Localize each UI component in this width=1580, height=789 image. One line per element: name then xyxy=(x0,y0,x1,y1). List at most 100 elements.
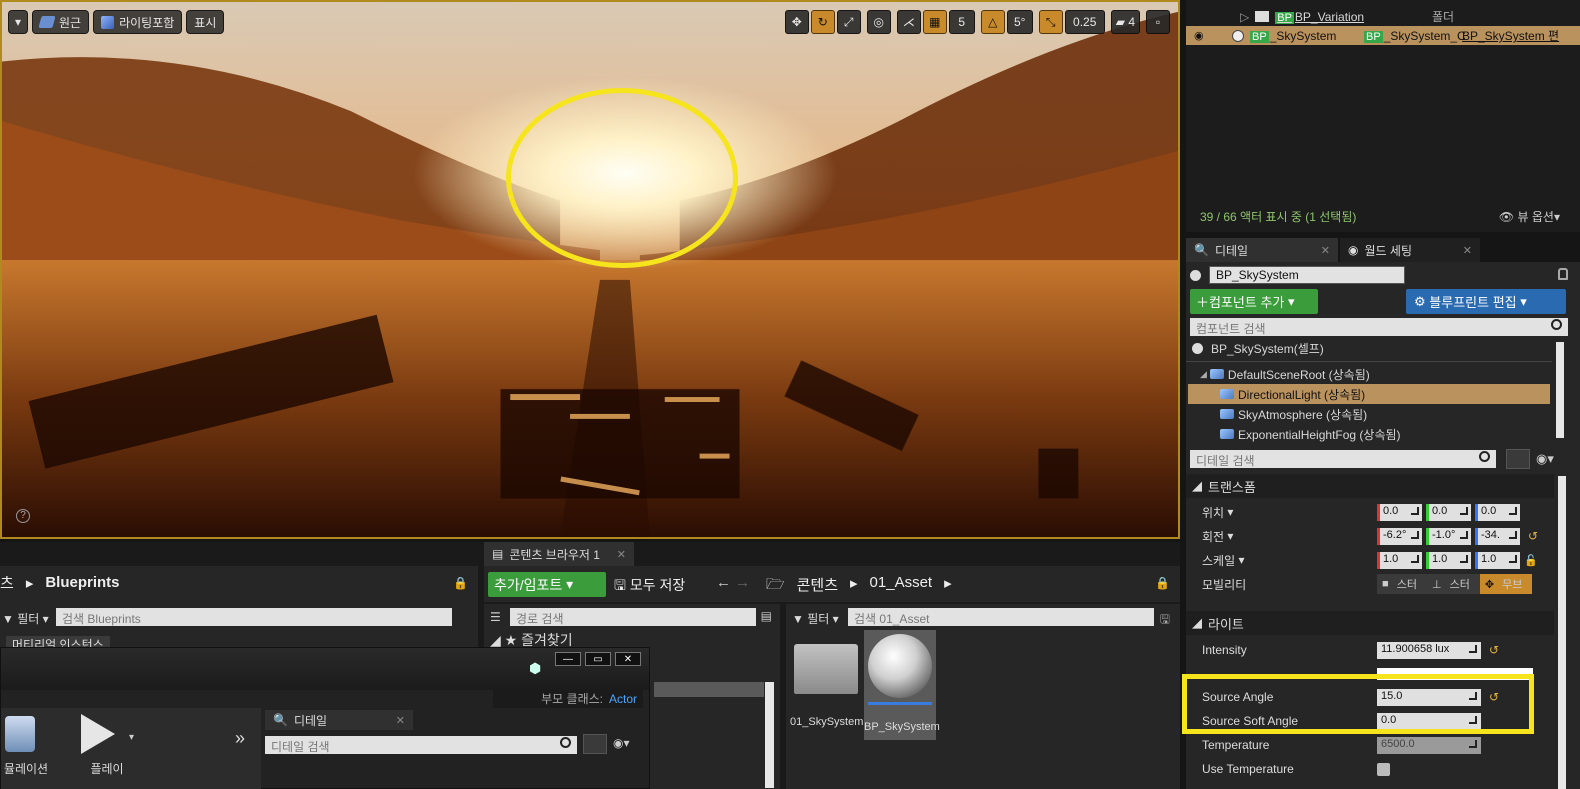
close-icon[interactable]: ✕ xyxy=(1321,244,1330,257)
mobility-stationary[interactable]: ⊥ 스터 xyxy=(1427,574,1480,594)
intensity-value[interactable]: 11.900658 lux xyxy=(1377,641,1481,659)
visibility-eye-icon[interactable]: ◉ xyxy=(1194,29,1208,42)
collapse-arrow-icon[interactable]: ◢ xyxy=(1200,369,1207,380)
edit-blueprint-button[interactable]: ⚙ 블루프린트 편집 ▾ xyxy=(1406,289,1566,314)
lock-icon[interactable]: 🔒 xyxy=(1155,576,1170,590)
breadcrumb-current[interactable]: Blueprints xyxy=(45,574,119,591)
bp-details-search-input[interactable]: 디테일 검색 xyxy=(265,736,577,754)
expand-arrow-icon[interactable]: ▷ xyxy=(1240,10,1249,24)
list-view-icon[interactable]: ▤ xyxy=(761,609,772,623)
mobility-static[interactable]: ■ 스터 xyxy=(1377,574,1427,594)
rotate-mode-button[interactable]: ↻ xyxy=(810,10,835,34)
tab-details[interactable]: 🔍 디테일 ✕ xyxy=(1186,238,1338,262)
lock-icon[interactable]: 🔒 xyxy=(453,576,468,590)
toolbar-overflow-icon[interactable]: » xyxy=(235,728,245,749)
tab-bp-details[interactable]: 🔍 디테일 ✕ xyxy=(265,710,413,730)
reset-to-default-icon[interactable]: ↺ xyxy=(1489,643,1499,657)
rotation-x[interactable]: -6.2° xyxy=(1377,527,1422,545)
tab-world-settings[interactable]: ◉ 월드 세팅 ✕ xyxy=(1340,238,1480,262)
close-icon[interactable]: ✕ xyxy=(1463,244,1472,257)
add-import-button[interactable]: 추가/임포트 ▾ xyxy=(488,572,606,597)
reset-to-default-icon[interactable]: ↺ xyxy=(1528,529,1538,543)
save-search-icon[interactable]: 🖫 xyxy=(1160,610,1170,631)
surface-snap-button[interactable]: ⋌ xyxy=(896,10,921,34)
asset-search-input[interactable]: 검색 01_Asset xyxy=(848,608,1154,626)
simulation-button[interactable]: 뮬레이션 xyxy=(1,714,51,777)
use-temperature-checkbox[interactable] xyxy=(1377,762,1390,776)
location-z[interactable]: 0.0 xyxy=(1475,503,1520,521)
scale-y[interactable]: 1.0 xyxy=(1426,551,1471,569)
details-scrollbar[interactable] xyxy=(1558,476,1566,789)
component-row-directional-light[interactable]: DirectionalLight (상속됨) xyxy=(1188,384,1550,404)
property-matrix-button[interactable] xyxy=(1506,449,1530,469)
component-root[interactable]: BP_SkySystem(셀프) xyxy=(1188,338,1550,358)
window-title-bar[interactable]: ⬢ — ▭ ✕ xyxy=(1,648,649,690)
path-search-input[interactable]: 경로 검색 xyxy=(510,608,756,626)
component-row-sky-atmosphere[interactable]: SkyAtmosphere (상속됨) xyxy=(1188,404,1550,424)
outliner-view-options[interactable]: 👁 뷰 옵션▾ xyxy=(1499,208,1560,225)
help-icon[interactable]: ? xyxy=(16,509,30,523)
maximize-button[interactable]: ▭ xyxy=(585,652,611,666)
lock-icon[interactable]: 🔓 xyxy=(1524,554,1538,567)
save-all-button[interactable]: 🖫 모두 저장 xyxy=(614,575,685,599)
show-flags-button[interactable]: 표시 xyxy=(186,10,225,34)
blueprints-search-input[interactable]: 검색 Blueprints xyxy=(56,608,452,626)
asset-filter-button[interactable]: ▼ 필터 ▾ xyxy=(792,610,839,627)
close-icon[interactable]: ✕ xyxy=(396,714,405,727)
outliner-row-folder[interactable]: ▷ BP BP_Variation 폴더 xyxy=(1186,7,1580,26)
camera-speed-button[interactable]: ▰ 4 xyxy=(1110,10,1140,34)
back-arrow-icon[interactable]: ← xyxy=(716,574,731,591)
level-viewport[interactable]: ▾ 원근 라이팅포함 표시 ✥ ↻ ⤢ ◎ ⋌ ▦ 5 △ 5° ⤡ 0.25 … xyxy=(0,0,1180,539)
selected-folder-row[interactable] xyxy=(654,682,764,697)
viewport-options-dropdown[interactable]: ▾ xyxy=(8,10,28,34)
world-local-toggle[interactable]: ◎ xyxy=(866,10,891,34)
scale-snap-value[interactable]: 0.25 xyxy=(1064,10,1105,34)
temperature-value[interactable]: 6500.0 xyxy=(1377,736,1481,754)
scale-snap-toggle[interactable]: ⤡ xyxy=(1038,10,1063,34)
component-search-input[interactable]: 컴포넌트 검색 xyxy=(1190,318,1568,336)
asset-tile-folder[interactable]: 01_SkySystem xyxy=(790,630,863,740)
play-options-dropdown[interactable]: ▾ xyxy=(129,732,134,743)
sources-toggle-icon[interactable]: ☰ xyxy=(490,610,501,624)
details-view-options[interactable]: ◉▾ xyxy=(1536,451,1566,467)
property-matrix-button[interactable] xyxy=(583,734,607,754)
forward-arrow-icon[interactable]: → xyxy=(735,574,750,591)
scale-x[interactable]: 1.0 xyxy=(1377,551,1422,569)
details-search-input[interactable]: 디테일 검색 xyxy=(1190,450,1496,468)
filter-button[interactable]: ▼ 필터 ▾ xyxy=(2,610,49,627)
tab-content-browser[interactable]: ▤ 콘텐츠 브라우저 1 ✕ xyxy=(484,542,634,566)
close-window-button[interactable]: ✕ xyxy=(615,652,641,666)
perspective-button[interactable]: 원근 xyxy=(32,10,90,34)
location-y[interactable]: 0.0 xyxy=(1426,503,1471,521)
rotation-snap-toggle[interactable]: △ xyxy=(980,10,1005,34)
eye-icon[interactable]: ◉▾ xyxy=(613,736,630,750)
minimize-button[interactable]: — xyxy=(555,652,581,666)
maximize-viewport-button[interactable]: ▫ xyxy=(1146,10,1170,34)
asset-tile-blueprint[interactable]: BP_SkySystem xyxy=(864,630,940,740)
scale-z[interactable]: 1.0 xyxy=(1475,551,1520,569)
path-root[interactable]: 콘텐츠 xyxy=(797,574,838,599)
parent-class-link[interactable]: Actor xyxy=(609,692,637,706)
outliner-edit-blueprint-link[interactable]: BP_SkySystem 편 xyxy=(1462,27,1559,44)
lighting-mode-button[interactable]: 라이팅포함 xyxy=(93,10,183,34)
component-list-scrollbar[interactable] xyxy=(1556,342,1564,438)
location-x[interactable]: 0.0 xyxy=(1377,503,1422,521)
scale-mode-button[interactable]: ⤢ xyxy=(836,10,861,34)
component-row-default-scene-root[interactable]: ◢ DefaultSceneRoot (상속됨) xyxy=(1188,364,1550,384)
translate-mode-button[interactable]: ✥ xyxy=(784,10,809,34)
outliner-row-selected[interactable]: ◉ BP _SkySystem BP _SkySystem_C BP_SkySyst… xyxy=(1186,26,1580,45)
grid-snap-value[interactable]: 5 xyxy=(948,10,975,34)
component-row-exponential-height-fog[interactable]: ExponentialHeightFog (상속됨) xyxy=(1188,424,1550,444)
mobility-movable[interactable]: ✥ 무브 xyxy=(1479,574,1533,594)
path-folder[interactable]: 01_Asset xyxy=(870,574,933,599)
breadcrumb-prev[interactable]: 츠 xyxy=(0,572,14,593)
sources-scrollbar[interactable] xyxy=(765,682,774,788)
play-button[interactable]: 플레이 xyxy=(77,714,137,777)
category-light[interactable]: ◢ 라이트 xyxy=(1186,611,1554,635)
lock-icon[interactable] xyxy=(1558,268,1568,280)
actor-name-input[interactable]: BP_SkySystem xyxy=(1209,266,1405,284)
category-transform[interactable]: ◢ 트랜스폼 xyxy=(1186,474,1554,498)
rotation-y[interactable]: -1.0° xyxy=(1426,527,1471,545)
grid-snap-toggle[interactable]: ▦ xyxy=(922,10,947,34)
rotation-snap-value[interactable]: 5° xyxy=(1006,10,1033,34)
